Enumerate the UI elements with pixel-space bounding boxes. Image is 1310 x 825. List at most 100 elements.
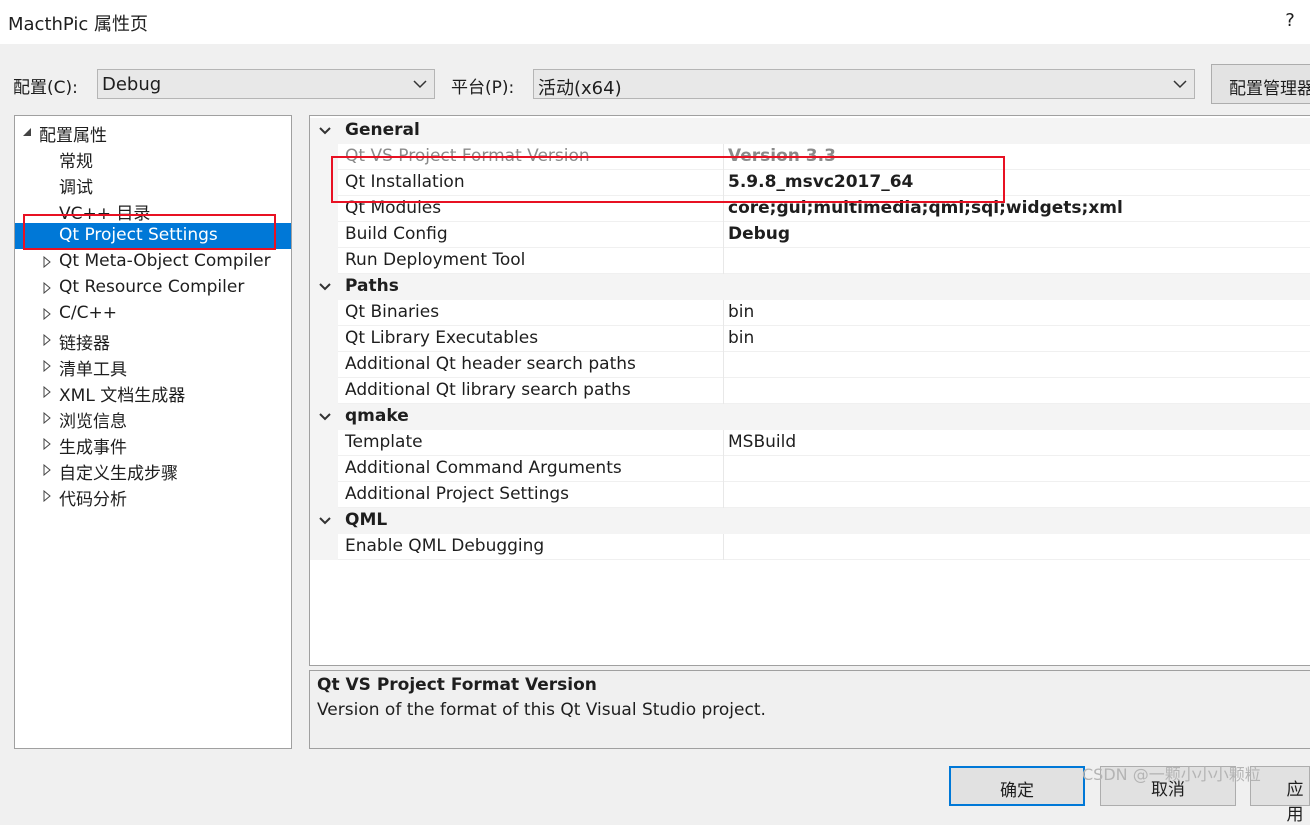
property-name: Qt VS Project Format Version	[345, 146, 590, 166]
tree-item-label: 代码分析	[59, 490, 127, 510]
property-row-template[interactable]: Template MSBuild	[310, 430, 1310, 456]
chevron-down-icon	[1173, 80, 1187, 89]
tree-item-manifest-tool[interactable]: 清单工具	[15, 353, 291, 380]
collapsed-triangle-icon[interactable]	[42, 282, 52, 294]
tree-item-label: 调试	[59, 178, 93, 198]
property-value[interactable]: Debug	[728, 224, 790, 244]
category-label: qmake	[345, 406, 409, 426]
tree-item-config-properties[interactable]: 配置属性	[15, 119, 291, 146]
property-row-header-search-paths[interactable]: Additional Qt header search paths	[310, 352, 1310, 378]
category-paths[interactable]: Paths	[310, 274, 1310, 300]
expanded-triangle-icon[interactable]	[22, 126, 32, 138]
tree-item-code-analysis[interactable]: 代码分析	[15, 483, 291, 510]
collapsed-triangle-icon[interactable]	[42, 334, 52, 346]
tree-item-custom-build-step[interactable]: 自定义生成步骤	[15, 457, 291, 484]
tree-item-label: C/C++	[59, 303, 117, 323]
property-value[interactable]: 5.9.8_msvc2017_64	[728, 172, 913, 192]
config-dropdown[interactable]: Debug	[97, 69, 435, 99]
property-row-qt-installation[interactable]: Qt Installation 5.9.8_msvc2017_64	[310, 170, 1310, 196]
collapsed-triangle-icon[interactable]	[42, 412, 52, 424]
tree-item-c-cpp[interactable]: C/C++	[15, 301, 291, 327]
tree-item-label: 浏览信息	[59, 412, 127, 432]
config-value: Debug	[102, 74, 162, 95]
tree-item-label: 常规	[59, 152, 93, 172]
platform-dropdown[interactable]: 活动(x64)	[533, 69, 1195, 99]
ok-button-label: 确定	[1000, 781, 1034, 801]
property-row-library-search-paths[interactable]: Additional Qt library search paths	[310, 378, 1310, 404]
property-row-format-version[interactable]: Qt VS Project Format Version Version 3.3	[310, 144, 1310, 170]
collapsed-triangle-icon[interactable]	[42, 438, 52, 450]
tree-item-label: 生成事件	[59, 438, 127, 458]
property-tree[interactable]: 配置属性 常规 调试 VC++ 目录 Qt Project Settings Q…	[14, 115, 292, 749]
tree-item-linker[interactable]: 链接器	[15, 327, 291, 354]
property-name: Additional Qt library search paths	[345, 380, 631, 400]
collapsed-triangle-icon[interactable]	[42, 256, 52, 268]
tree-item-qt-project-settings[interactable]: Qt Project Settings	[15, 223, 291, 249]
platform-value: 活动(x64)	[538, 78, 622, 99]
category-general[interactable]: General	[310, 118, 1310, 144]
tree-item-build-events[interactable]: 生成事件	[15, 431, 291, 458]
apply-button-label: 应用	[1286, 780, 1304, 825]
property-row-enable-qml-debugging[interactable]: Enable QML Debugging	[310, 534, 1310, 560]
property-name: Qt Modules	[345, 198, 442, 218]
window-title: MacthPic 属性页	[8, 14, 149, 35]
property-name: Qt Installation	[345, 172, 465, 192]
description-title: Qt VS Project Format Version	[317, 675, 597, 695]
config-label: 配置(C):	[13, 78, 78, 98]
tree-item-label: 自定义生成步骤	[59, 464, 178, 484]
chevron-down-icon[interactable]	[318, 411, 332, 423]
property-row-qt-library-executables[interactable]: Qt Library Executables bin	[310, 326, 1310, 352]
tree-item-vc-directories[interactable]: VC++ 目录	[15, 197, 291, 224]
property-row-qt-binaries[interactable]: Qt Binaries bin	[310, 300, 1310, 326]
tree-item-browse-info[interactable]: 浏览信息	[15, 405, 291, 432]
help-button[interactable]: ?	[1280, 10, 1300, 31]
tree-item-label: Qt Meta-Object Compiler	[59, 251, 271, 271]
property-value[interactable]: bin	[728, 328, 754, 348]
property-name: Additional Project Settings	[345, 484, 570, 504]
category-qmake[interactable]: qmake	[310, 404, 1310, 430]
property-value[interactable]: bin	[728, 302, 754, 322]
ok-button[interactable]: 确定	[949, 766, 1085, 806]
collapsed-triangle-icon[interactable]	[42, 386, 52, 398]
tree-item-qt-rcc[interactable]: Qt Resource Compiler	[15, 275, 291, 301]
property-name: Additional Qt header search paths	[345, 354, 636, 374]
property-row-build-config[interactable]: Build Config Debug	[310, 222, 1310, 248]
configuration-manager-button[interactable]: 配置管理器	[1211, 64, 1310, 104]
property-value[interactable]: MSBuild	[728, 432, 796, 452]
tree-item-label: 链接器	[59, 334, 110, 354]
tree-item-debugging[interactable]: 调试	[15, 171, 291, 198]
collapsed-triangle-icon[interactable]	[42, 464, 52, 476]
property-row-qt-modules[interactable]: Qt Modules core;gui;multimedia;qml;sql;w…	[310, 196, 1310, 222]
tree-item-xml-doc-generator[interactable]: XML 文档生成器	[15, 379, 291, 406]
property-name: Enable QML Debugging	[345, 536, 545, 556]
property-name: Run Deployment Tool	[345, 250, 526, 270]
property-value[interactable]: core;gui;multimedia;qml;sql;widgets;xml	[728, 198, 1123, 218]
chevron-down-icon	[413, 80, 427, 89]
category-qml[interactable]: QML	[310, 508, 1310, 534]
chevron-down-icon[interactable]	[318, 281, 332, 293]
collapsed-triangle-icon[interactable]	[42, 490, 52, 502]
property-name: Additional Command Arguments	[345, 458, 622, 478]
property-row-additional-project-settings[interactable]: Additional Project Settings	[310, 482, 1310, 508]
property-name: Build Config	[345, 224, 448, 244]
property-value: Version 3.3	[728, 146, 836, 166]
collapsed-triangle-icon[interactable]	[42, 360, 52, 372]
category-label: General	[345, 120, 420, 140]
chevron-down-icon[interactable]	[318, 515, 332, 527]
tree-item-qt-moc[interactable]: Qt Meta-Object Compiler	[15, 249, 291, 275]
chevron-down-icon[interactable]	[318, 125, 332, 137]
description-pane: Qt VS Project Format Version Version of …	[309, 670, 1310, 749]
tree-item-label: VC++ 目录	[59, 204, 151, 224]
watermark: CSDN @一颗小小小颗粒	[1082, 765, 1261, 784]
property-row-additional-command-arguments[interactable]: Additional Command Arguments	[310, 456, 1310, 482]
property-row-run-deployment-tool[interactable]: Run Deployment Tool	[310, 248, 1310, 274]
title-bar: MacthPic 属性页 ?	[0, 0, 1310, 44]
tree-item-label: 配置属性	[39, 126, 107, 146]
property-grid[interactable]: General Qt VS Project Format Version Ver…	[309, 115, 1310, 666]
description-text: Version of the format of this Qt Visual …	[317, 700, 766, 720]
property-name: Qt Library Executables	[345, 328, 539, 348]
property-name: Qt Binaries	[345, 302, 440, 322]
property-name: Template	[345, 432, 423, 452]
tree-item-general[interactable]: 常规	[15, 145, 291, 172]
collapsed-triangle-icon[interactable]	[42, 308, 52, 320]
